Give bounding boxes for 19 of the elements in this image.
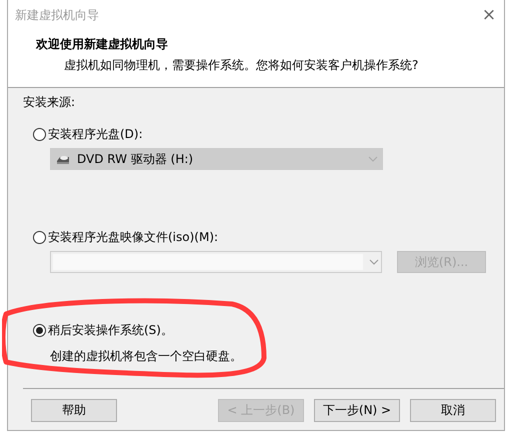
radio-button[interactable] <box>33 230 46 244</box>
caret-icon <box>369 259 379 265</box>
cancel-button[interactable]: 取消 <box>410 399 496 422</box>
close-button[interactable]: × <box>474 5 504 25</box>
help-button[interactable]: 帮助 <box>31 399 117 422</box>
option-label[interactable]: 安装程序光盘(D): <box>48 126 143 142</box>
caret-icon <box>368 156 378 162</box>
next-button[interactable]: 下一步(N) > <box>314 399 400 422</box>
wizard-heading: 欢迎使用新建虚拟机向导 <box>36 36 169 53</box>
option-description: 创建的虚拟机将包含一个空白硬盘。 <box>50 348 243 365</box>
section-label: 安装来源: <box>23 94 76 111</box>
wizard-subtitle: 虚拟机如同物理机，需要操作系统。您将如何安装客户机操作系统? <box>64 57 420 74</box>
window-title: 新建虚拟机向导 <box>15 6 99 24</box>
radio-button[interactable] <box>33 128 46 140</box>
option-label[interactable]: 安装程序光盘映像文件(iso)(M): <box>48 228 218 246</box>
drive-icon <box>55 153 71 165</box>
radio-button[interactable] <box>33 324 46 336</box>
dropdown-value: DVD RW 驱动器 (H:) <box>77 150 194 168</box>
option-label[interactable]: 稍后安装操作系统(S)。 <box>48 322 173 338</box>
